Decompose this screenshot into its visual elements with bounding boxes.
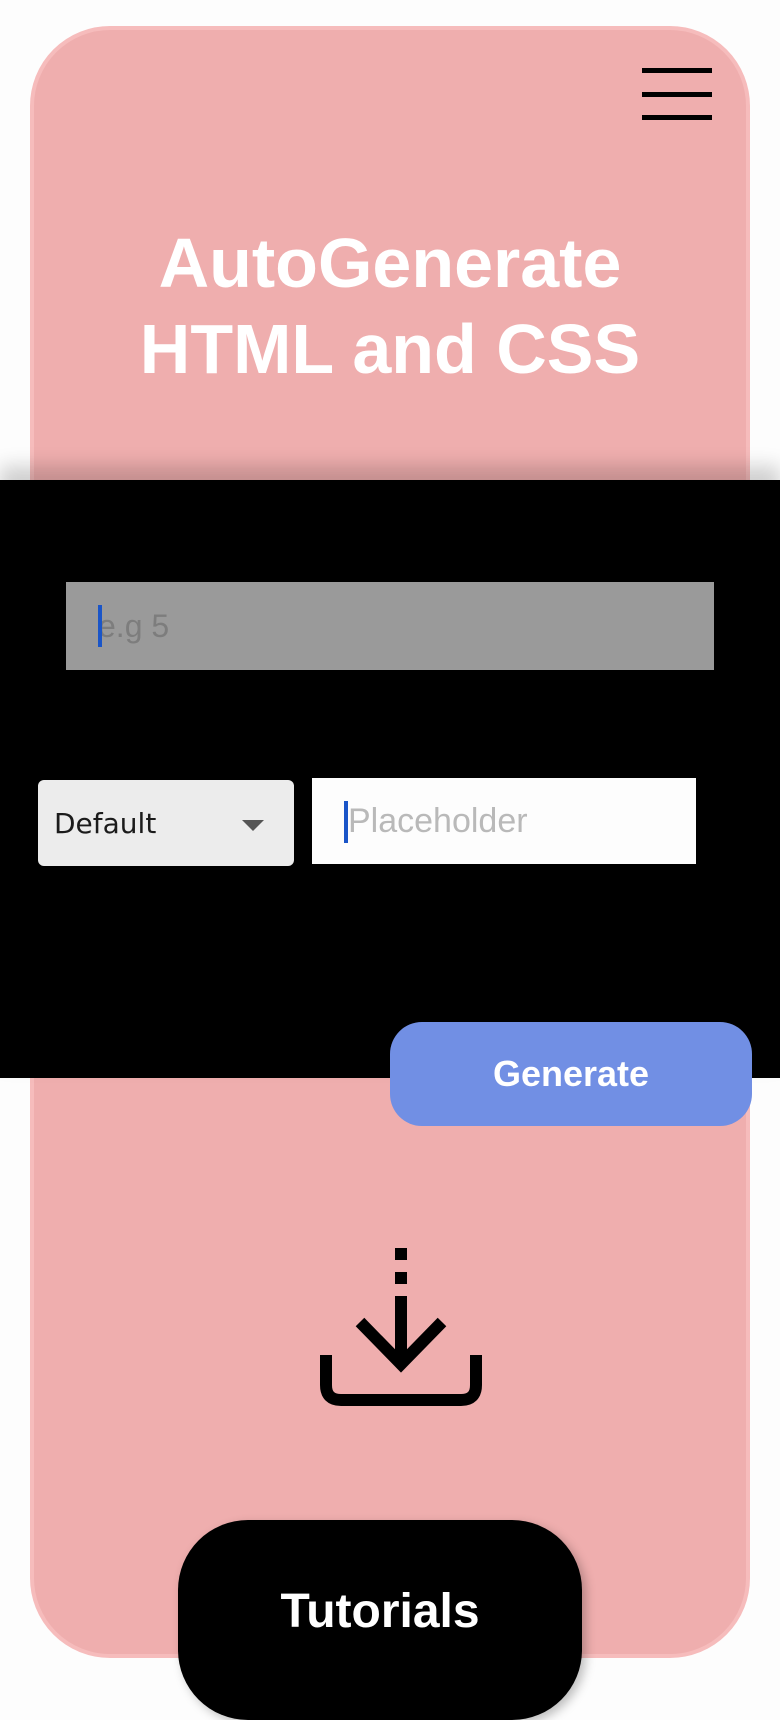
menu-bar	[642, 68, 712, 73]
hamburger-menu-icon[interactable]	[642, 68, 712, 120]
type-select-value: Default	[54, 806, 157, 840]
page-title-line-2: HTML and CSS	[139, 310, 641, 388]
download-icon[interactable]	[318, 1240, 484, 1410]
count-input[interactable]	[66, 582, 714, 670]
text-cursor	[98, 605, 102, 647]
text-cursor	[344, 801, 348, 843]
type-select[interactable]: Default	[38, 780, 294, 866]
page-title: AutoGenerate HTML and CSS	[60, 220, 720, 392]
chevron-down-icon	[242, 820, 264, 831]
tutorials-label: Tutorials	[280, 1585, 480, 1638]
tutorials-button[interactable]: Tutorials	[178, 1520, 582, 1720]
menu-bar	[642, 115, 712, 120]
page-title-line-1: AutoGenerate	[158, 224, 622, 302]
menu-bar	[642, 91, 712, 97]
generate-button[interactable]: Generate	[390, 1022, 752, 1126]
placeholder-input[interactable]	[312, 778, 696, 864]
